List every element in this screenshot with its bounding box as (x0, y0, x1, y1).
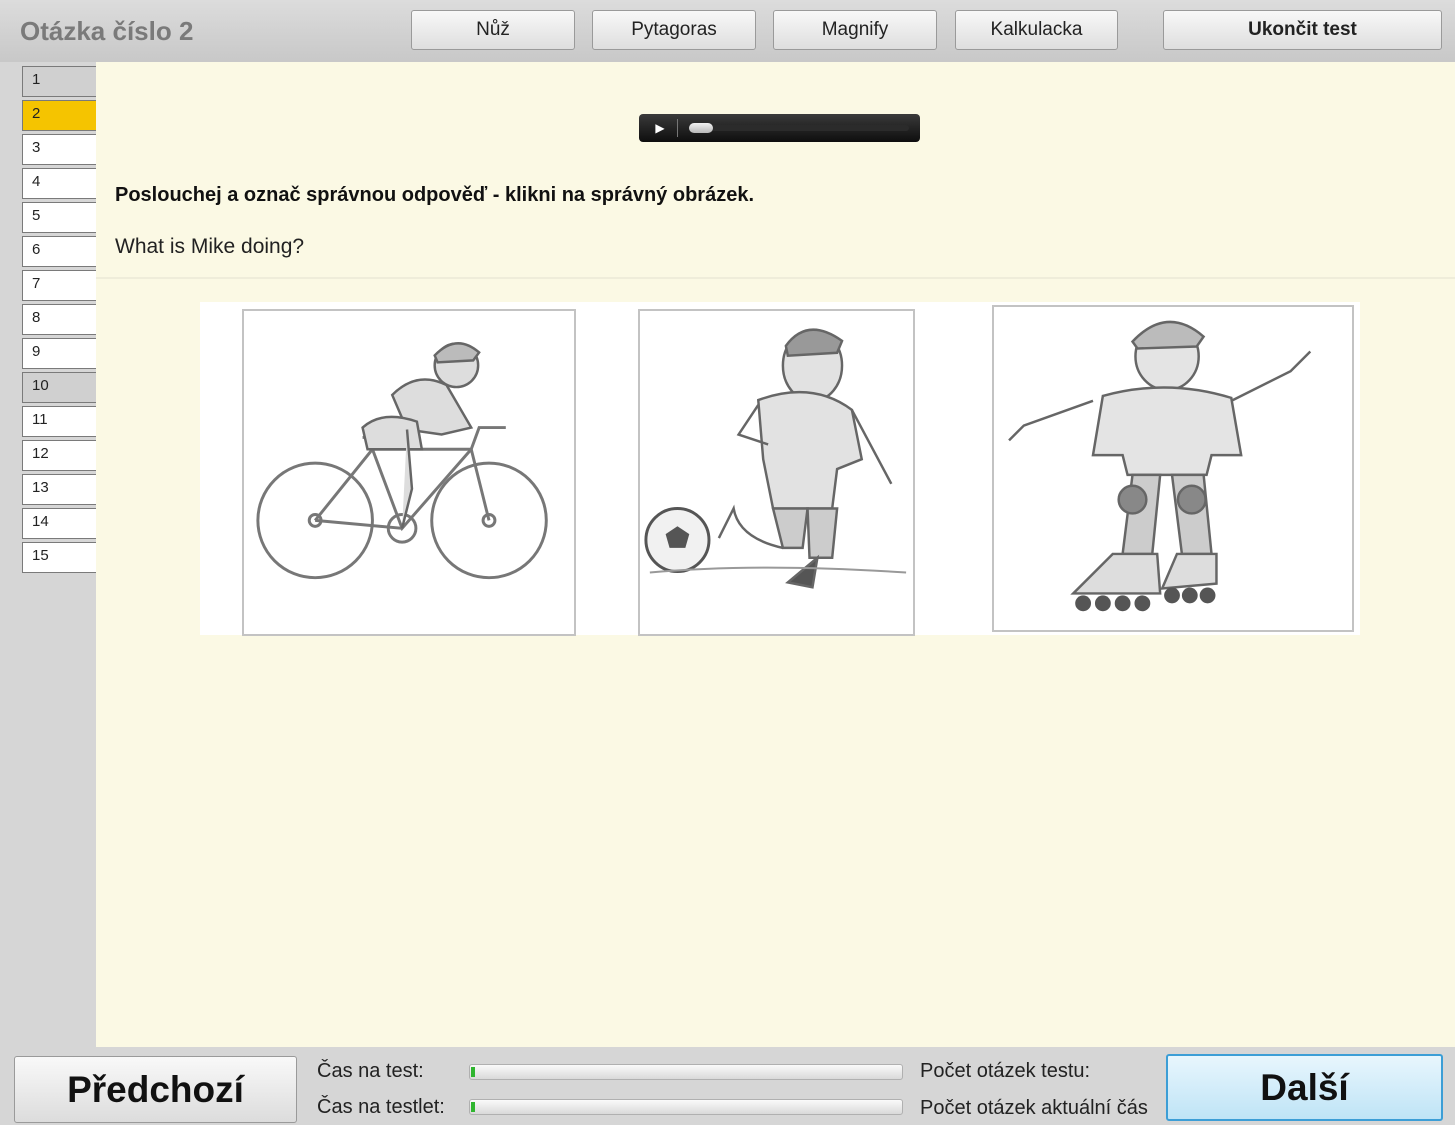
question-text: What is Mike doing? (115, 235, 305, 258)
question-nav-item-6[interactable]: 6 (22, 236, 98, 267)
cycling-illustration (256, 342, 548, 580)
answer-cycling-picture[interactable] (242, 309, 576, 636)
question-navigator: 1 2 3 4 5 6 7 8 9 10 11 12 13 14 15 (0, 62, 98, 1047)
question-nav-item-1[interactable]: 1 (22, 66, 98, 97)
audio-seek-thumb[interactable] (689, 123, 713, 133)
player-divider (677, 119, 678, 137)
question-nav-item-5[interactable]: 5 (22, 202, 98, 233)
question-nav-item-2[interactable]: 2 (22, 100, 98, 131)
question-nav-item-9[interactable]: 9 (22, 338, 98, 369)
page-title: Otázka číslo 2 (20, 16, 194, 46)
knife-tool-button[interactable]: Nůž (411, 10, 575, 50)
question-content: ▶ Poslouchej a označ správnou odpověď - … (96, 62, 1455, 1047)
question-nav-item-4[interactable]: 4 (22, 168, 98, 199)
magnify-tool-button[interactable]: Magnify (773, 10, 937, 50)
question-nav-item-11[interactable]: 11 (22, 406, 98, 437)
question-nav-item-7[interactable]: 7 (22, 270, 98, 301)
pythagoras-tool-button[interactable]: Pytagoras (592, 10, 756, 50)
audio-player: ▶ (639, 114, 920, 142)
question-nav-item-15[interactable]: 15 (22, 542, 98, 573)
time-testlet-progress-bar (469, 1099, 903, 1115)
calculator-tool-button[interactable]: Kalkulacka (955, 10, 1118, 50)
time-test-progress-fill (471, 1067, 476, 1077)
header-bar: Otázka číslo 2 Nůž Pytagoras Magnify Kal… (0, 0, 1455, 62)
question-nav-item-10[interactable]: 10 (22, 372, 98, 403)
time-test-progress-bar (469, 1064, 903, 1080)
answer-football-picture[interactable] (638, 309, 915, 636)
time-test-label: Čas na test: (317, 1060, 424, 1082)
part-question-count-label: Počet otázek aktuální čás (920, 1097, 1148, 1119)
question-nav-item-13[interactable]: 13 (22, 474, 98, 505)
content-divider (96, 277, 1455, 279)
rollerblading-illustration (1008, 320, 1312, 612)
test-question-count-label: Počet otázek testu: (920, 1060, 1091, 1082)
time-testlet-label: Čas na testlet: (317, 1096, 445, 1118)
previous-button[interactable]: Předchozí (14, 1056, 297, 1123)
football-illustration (644, 328, 907, 589)
end-test-button[interactable]: Ukončit test (1163, 10, 1442, 50)
instruction-text: Poslouchej a označ správnou odpověď - kl… (115, 184, 754, 206)
answer-rollerblading-picture[interactable] (992, 305, 1354, 632)
audio-seek-track[interactable] (689, 123, 909, 133)
question-nav-item-12[interactable]: 12 (22, 440, 98, 471)
question-nav-item-8[interactable]: 8 (22, 304, 98, 335)
next-button[interactable]: Další (1166, 1054, 1443, 1121)
footer-bar: Předchozí Čas na test: Čas na testlet: P… (0, 1047, 1455, 1125)
question-nav-item-3[interactable]: 3 (22, 134, 98, 165)
play-icon[interactable]: ▶ (647, 118, 673, 138)
time-testlet-progress-fill (471, 1102, 476, 1112)
question-nav-item-14[interactable]: 14 (22, 508, 98, 539)
